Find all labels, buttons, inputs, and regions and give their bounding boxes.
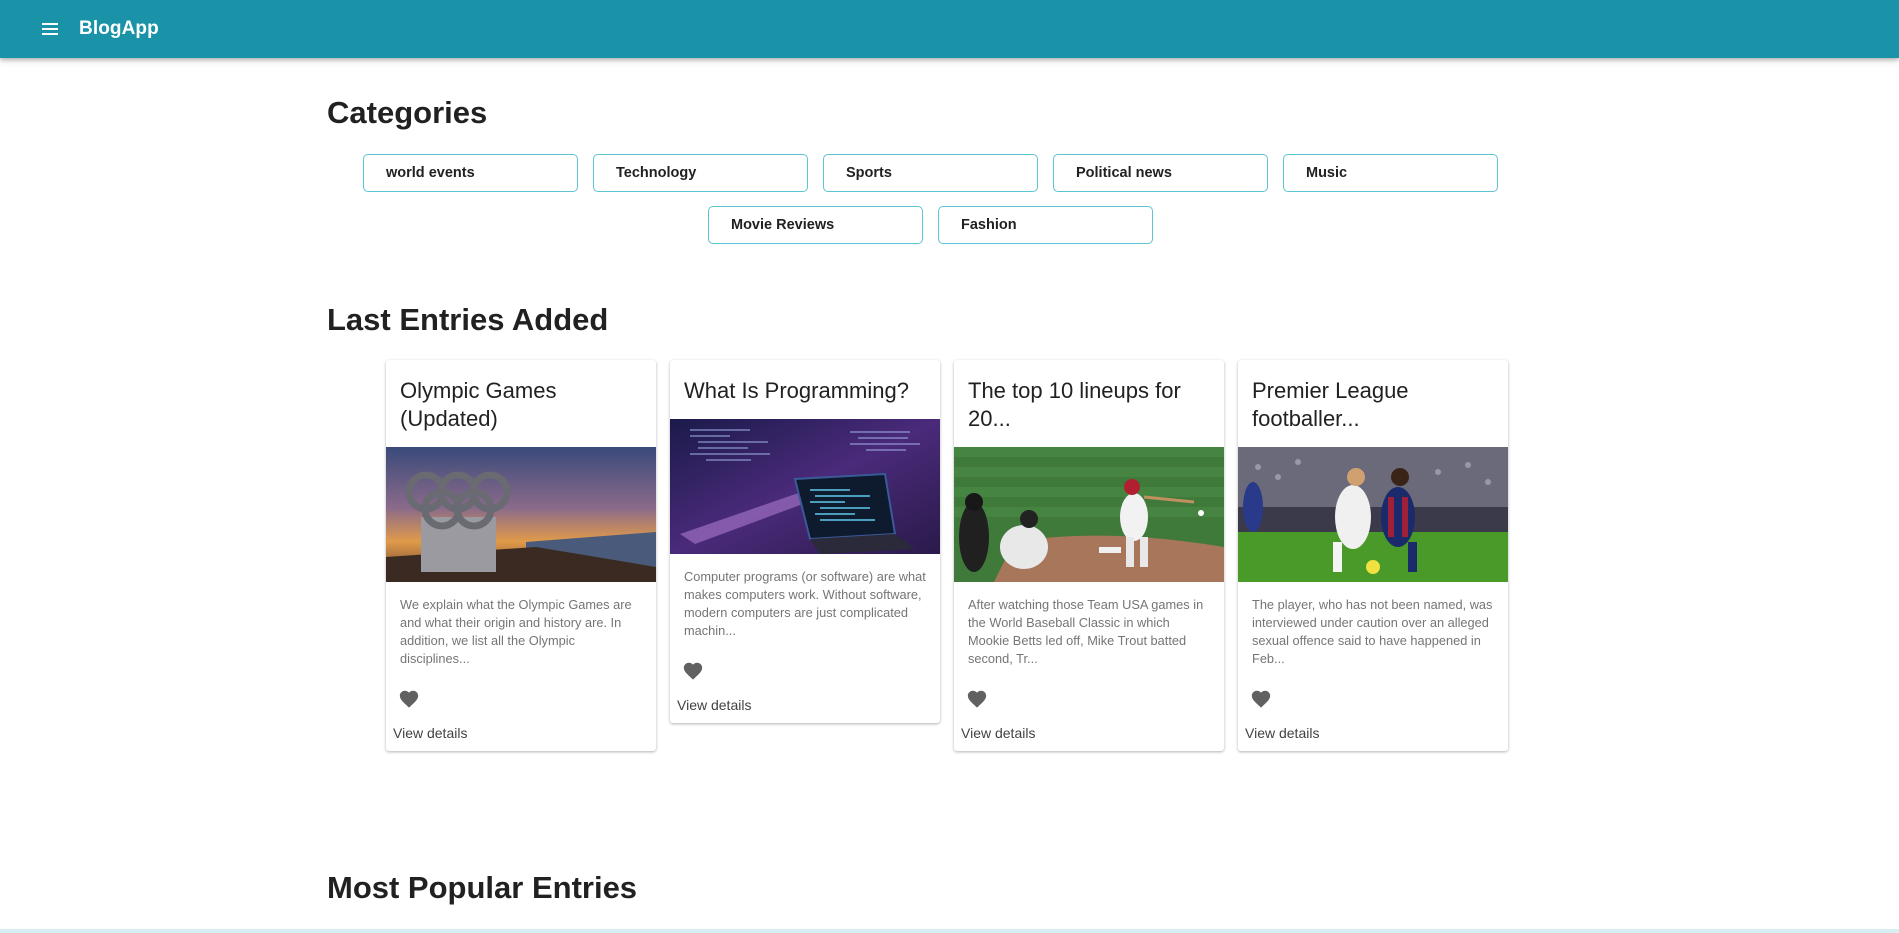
category-chip-music[interactable]: Music	[1283, 154, 1498, 192]
category-chip-movie-reviews[interactable]: Movie Reviews	[708, 206, 923, 244]
entry-excerpt: The player, who has not been named, was …	[1252, 597, 1493, 666]
entry-card: Premier League footballer... The player,…	[1238, 360, 1508, 751]
category-chip-technology[interactable]: Technology	[593, 154, 808, 192]
categories-row-2: Movie Reviews Fashion	[327, 206, 1534, 244]
heart-icon[interactable]	[682, 660, 704, 682]
entry-excerpt: Computer programs (or software) are what…	[684, 569, 926, 638]
category-chip-political-news[interactable]: Political news	[1053, 154, 1268, 192]
heart-icon[interactable]	[398, 688, 420, 710]
entry-actions	[1238, 668, 1508, 716]
most-popular-heading: Most Popular Entries	[327, 870, 638, 905]
page-divider	[0, 929, 1899, 933]
entry-image	[954, 447, 1224, 582]
entry-title[interactable]: What Is Programming?	[670, 360, 940, 419]
entry-actions	[386, 668, 656, 716]
entry-title[interactable]: Olympic Games (Updated)	[386, 360, 656, 447]
entry-card: The top 10 lineups for 20... After watch…	[954, 360, 1224, 751]
last-entries-list: Olympic Games (Updated) We explain what …	[386, 360, 1508, 751]
heart-icon[interactable]	[1250, 688, 1272, 710]
categories-row-1: world events Technology Sports Political…	[327, 154, 1534, 192]
entry-excerpt: We explain what the Olympic Games are an…	[400, 597, 632, 666]
entry-excerpt: After watching those Team USA games in t…	[968, 597, 1204, 666]
entry-card: What Is Programming? Computer programs (…	[670, 360, 940, 723]
last-entries-heading: Last Entries Added	[327, 302, 609, 337]
entry-image	[670, 419, 940, 554]
entry-title[interactable]: Premier League footballer...	[1238, 360, 1508, 447]
menu-icon[interactable]	[36, 15, 64, 43]
entry-image	[1238, 447, 1508, 582]
app-toolbar: BlogApp	[0, 0, 1899, 58]
view-details-link[interactable]: View details	[670, 688, 940, 723]
category-chip-world-events[interactable]: world events	[363, 154, 578, 192]
entry-actions	[954, 668, 1224, 716]
entry-title[interactable]: The top 10 lineups for 20...	[954, 360, 1224, 447]
entry-image	[386, 447, 656, 582]
entry-actions	[670, 640, 940, 688]
heart-icon[interactable]	[966, 688, 988, 710]
view-details-link[interactable]: View details	[954, 716, 1224, 751]
view-details-link[interactable]: View details	[386, 716, 656, 751]
category-chip-fashion[interactable]: Fashion	[938, 206, 1153, 244]
entry-card: Olympic Games (Updated) We explain what …	[386, 360, 656, 751]
categories-heading: Categories	[327, 95, 488, 130]
view-details-link[interactable]: View details	[1238, 716, 1508, 751]
category-chip-sports[interactable]: Sports	[823, 154, 1038, 192]
app-title[interactable]: BlogApp	[79, 18, 159, 40]
